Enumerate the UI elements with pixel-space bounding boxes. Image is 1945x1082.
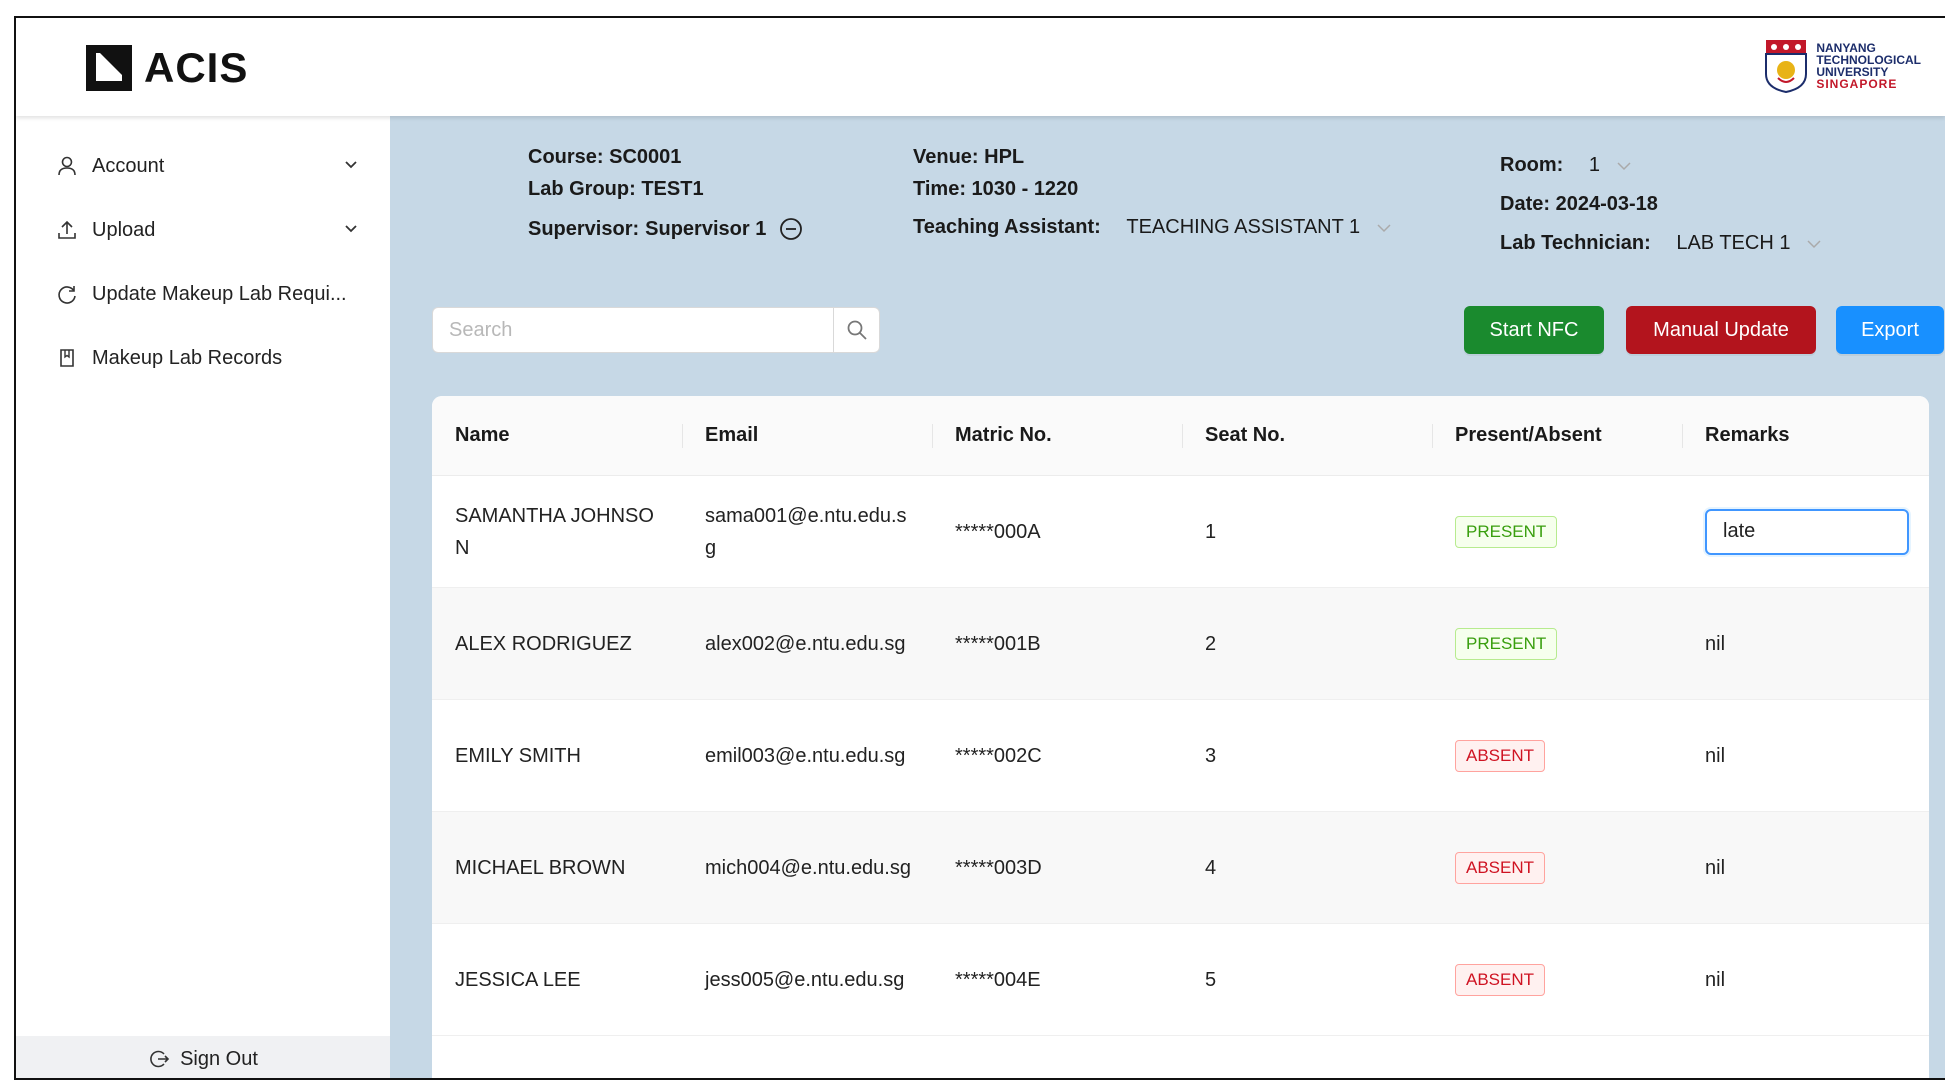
acis-logo-icon [86, 45, 132, 91]
column-header-remarks[interactable]: Remarks [1682, 423, 1929, 448]
student-name: SAMANTHA JOHNSON [455, 504, 654, 559]
remove-supervisor-icon[interactable] [778, 216, 804, 242]
student-remarks[interactable]: nil [1682, 628, 1929, 660]
sidebar-item-upload[interactable]: Upload [16, 205, 390, 255]
student-seat: 1 [1205, 520, 1217, 543]
main-content: Course: SC0001 Lab Group: TEST1 Supervis… [390, 116, 1945, 1078]
search-input[interactable] [433, 308, 833, 352]
student-seat: 4 [1205, 856, 1217, 879]
status-badge[interactable]: ABSENT [1455, 852, 1546, 884]
table-row[interactable]: EMILY SMITH emil003@e.ntu.edu.sg *****00… [432, 700, 1929, 812]
app-name: ACIS [144, 44, 249, 91]
student-email: mich004@e.ntu.edu.sg [705, 856, 911, 879]
teaching-assistant-info: Teaching Assistant: TEACHING ASSISTANT 1 [913, 216, 1392, 239]
student-matric: *****003D [955, 856, 1042, 879]
student-matric: *****002C [955, 744, 1042, 767]
sidebar-item-label: Upload [92, 218, 156, 241]
remarks-input[interactable] [1705, 508, 1909, 555]
refresh-icon [58, 286, 76, 304]
column-header-seat[interactable]: Seat No. [1182, 423, 1432, 448]
teaching-assistant-select[interactable]: TEACHING ASSISTANT 1 [1126, 216, 1391, 239]
chevron-down-icon[interactable] [342, 156, 360, 174]
student-seat: 2 [1205, 632, 1217, 655]
table-row[interactable]: MICHAEL BROWN mich004@e.ntu.edu.sg *****… [432, 812, 1929, 924]
student-email: emil003@e.ntu.edu.sg [705, 744, 906, 767]
status-badge[interactable]: ABSENT [1455, 964, 1546, 996]
room-select[interactable]: 1 [1589, 154, 1632, 177]
sidebar-item-update-makeup-lab[interactable]: Update Makeup Lab Requi... [16, 269, 390, 319]
status-badge[interactable]: PRESENT [1455, 628, 1558, 660]
university-country: SINGAPORE [1816, 77, 1898, 91]
search-bar [432, 307, 880, 353]
student-matric: *****001B [955, 632, 1041, 655]
status-badge[interactable]: ABSENT [1455, 740, 1546, 772]
sidebar-item-account[interactable]: Account [16, 141, 390, 191]
column-header-status[interactable]: Present/Absent [1432, 423, 1682, 448]
search-button[interactable] [833, 308, 879, 352]
university-logo: NANYANG TECHNOLOGICAL UNIVERSITY SINGAPO… [1764, 38, 1921, 94]
search-icon [847, 320, 867, 340]
sidebar-item-label: Update Makeup Lab Requi... [92, 282, 347, 305]
user-icon [58, 156, 76, 176]
student-seat: 5 [1205, 968, 1217, 991]
course-code: SC0001 [609, 146, 682, 168]
student-email: sama001@e.ntu.edu.sg [705, 504, 907, 559]
student-name: MICHAEL BROWN [455, 856, 626, 879]
sign-out-icon [150, 1050, 170, 1068]
top-header: ACIS NANYANG TECHNOLOGICAL UNIVERSITY SI… [16, 18, 1945, 116]
supervisor-name: Supervisor 1 [645, 217, 767, 240]
app-window: ACIS NANYANG TECHNOLOGICAL UNIVERSITY SI… [14, 16, 1945, 1080]
course-info: Course: SC0001 [528, 146, 682, 168]
column-header-name[interactable]: Name [432, 424, 682, 447]
table-row[interactable]: JESSICA LEE jess005@e.ntu.edu.sg *****00… [432, 924, 1929, 1036]
sidebar-item-label: Account [92, 154, 165, 177]
sidebar: Account Upload Update Makeup Lab Requi..… [16, 116, 390, 1078]
university-crest-icon [1765, 40, 1808, 94]
room-info: Room: 1 [1500, 154, 1632, 177]
table-row[interactable]: SAMANTHA JOHNSON sama001@e.ntu.edu.sg **… [432, 476, 1929, 588]
student-seat: 3 [1205, 744, 1217, 767]
sidebar-item-label: Makeup Lab Records [92, 346, 283, 369]
venue: HPL [984, 146, 1025, 168]
student-name: ALEX RODRIGUEZ [455, 632, 632, 655]
lab-group: TEST1 [641, 178, 704, 200]
table-header: Name Email Matric No. Seat No. Present/A… [432, 396, 1929, 476]
chevron-down-icon[interactable] [342, 220, 360, 238]
supervisor-info: Supervisor: Supervisor 1 [528, 216, 804, 242]
sidebar-item-makeup-lab-records[interactable]: Makeup Lab Records [16, 333, 390, 383]
time-info: Time: 1030 - 1220 [913, 178, 1079, 200]
column-header-email[interactable]: Email [682, 423, 932, 448]
lab-group-info: Lab Group: TEST1 [528, 178, 704, 200]
column-header-matric[interactable]: Matric No. [932, 423, 1182, 448]
table-row[interactable]: ALEX RODRIGUEZ alex002@e.ntu.edu.sg ****… [432, 588, 1929, 700]
student-remarks[interactable]: nil [1682, 852, 1929, 884]
attendance-table: Name Email Matric No. Seat No. Present/A… [432, 396, 1929, 1078]
chevron-down-icon [1617, 162, 1631, 170]
student-remarks[interactable]: nil [1682, 740, 1929, 772]
student-remarks[interactable]: nil [1682, 964, 1929, 996]
student-matric: *****000A [955, 520, 1041, 543]
acis-logo[interactable]: ACIS [86, 44, 248, 92]
venue-info: Venue: HPL [913, 146, 1025, 168]
chevron-down-icon [1807, 240, 1821, 248]
chevron-down-icon [1377, 224, 1391, 232]
status-badge[interactable]: PRESENT [1455, 516, 1558, 548]
date-info: Date: 2024-03-18 [1500, 193, 1658, 215]
manual-update-button[interactable]: Manual Update [1626, 306, 1816, 354]
sign-out-label: Sign Out [180, 1047, 258, 1070]
student-name: JESSICA LEE [455, 968, 581, 991]
bookmark-icon [60, 349, 74, 367]
sign-out-button[interactable]: Sign Out [16, 1036, 390, 1078]
upload-icon [58, 220, 76, 239]
start-nfc-button[interactable]: Start NFC [1464, 306, 1604, 354]
time: 1030 - 1220 [971, 178, 1079, 200]
student-email: jess005@e.ntu.edu.sg [705, 968, 905, 991]
export-button[interactable]: Export [1836, 306, 1944, 354]
student-name: EMILY SMITH [455, 744, 581, 767]
lab-technician-info: Lab Technician: LAB TECH 1 [1500, 232, 1822, 255]
session-date: 2024-03-18 [1555, 193, 1658, 215]
lab-technician-select[interactable]: LAB TECH 1 [1676, 232, 1822, 255]
student-email: alex002@e.ntu.edu.sg [705, 632, 906, 655]
student-matric: *****004E [955, 968, 1041, 991]
